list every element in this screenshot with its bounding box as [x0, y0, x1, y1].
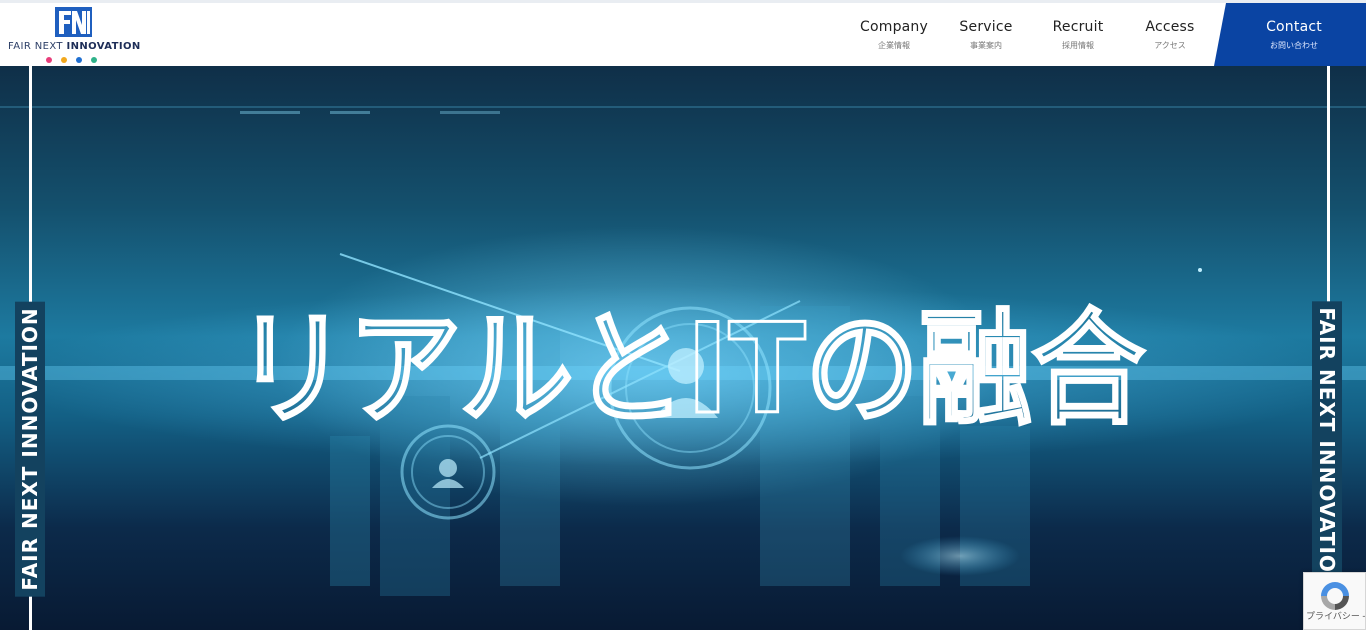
nav-access-sublabel: アクセス — [1154, 40, 1186, 50]
logo-dot — [91, 57, 97, 63]
site-logo[interactable]: FAIR NEXT INNOVATION — [8, 7, 143, 65]
logo-text-bold: INNOVATION — [66, 41, 141, 52]
nav-service-label: Service — [959, 18, 1013, 35]
nav-company[interactable]: Company 企業情報 — [846, 3, 942, 66]
hero-headline-text: リアルとITの融合 — [235, 298, 1145, 442]
recaptcha-badge[interactable]: プライバシー - 利用規約 — [1303, 572, 1366, 630]
hero-video: FAIR NEXT INNOVATION FAIR NEXT INNOVATIO… — [0, 66, 1366, 630]
site-header: FAIR NEXT INNOVATION Company 企業情報 Servic… — [0, 0, 1366, 66]
logo-dot — [76, 57, 82, 63]
main-nav: Company 企業情報 Service 事業案内 Recruit 採用情報 A… — [846, 3, 1366, 66]
side-label-left: FAIR NEXT INNOVATION — [15, 301, 45, 597]
logo-dots — [46, 57, 97, 63]
hero-headline: リアルとITの融合 — [234, 297, 1147, 444]
nav-contact-button[interactable]: Contact お問い合わせ — [1214, 3, 1366, 66]
nav-access-label: Access — [1145, 18, 1195, 35]
nav-access[interactable]: Access アクセス — [1126, 3, 1214, 66]
nav-company-sublabel: 企業情報 — [878, 40, 910, 50]
side-label-right: FAIR NEXT INNOVATION — [1312, 301, 1342, 597]
nav-service-sublabel: 事業案内 — [970, 40, 1002, 50]
nav-company-label: Company — [859, 18, 928, 35]
logo-text-regular: FAIR NEXT — [8, 41, 67, 52]
nav-service[interactable]: Service 事業案内 — [942, 3, 1030, 66]
nav-recruit[interactable]: Recruit 採用情報 — [1030, 3, 1126, 66]
logo-dot — [61, 57, 67, 63]
nav-contact-label: Contact — [1266, 18, 1322, 35]
nav-recruit-sublabel: 採用情報 — [1062, 40, 1094, 50]
nav-recruit-label: Recruit — [1052, 18, 1104, 35]
fni-logo-mark-icon — [55, 7, 92, 37]
recaptcha-icon — [1321, 582, 1349, 610]
nav-contact-sublabel: お問い合わせ — [1270, 40, 1318, 50]
logo-wordmark: FAIR NEXT INNOVATION — [8, 41, 141, 52]
logo-dot — [46, 57, 52, 63]
recaptcha-links[interactable]: プライバシー - 利用規約 — [1306, 611, 1366, 621]
